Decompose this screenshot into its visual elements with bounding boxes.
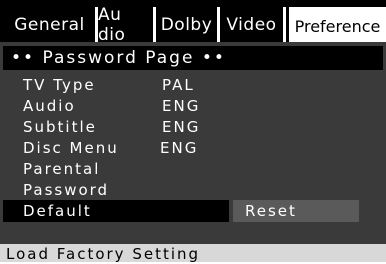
menu-item-label: Password <box>23 181 110 199</box>
tab-general[interactable]: General <box>4 7 98 42</box>
menu-item-label: Parental <box>23 160 101 178</box>
menu-item-audio[interactable]: Audio ENG <box>0 96 386 116</box>
menu-item-value: ENG <box>162 118 201 136</box>
menu-item-password[interactable]: Password <box>0 180 386 200</box>
tab-preference[interactable]: Preference <box>289 7 386 42</box>
tab-audio[interactable]: Au dio <box>98 5 156 45</box>
menu-item-value: ENG <box>162 97 201 115</box>
menu-item-subtitle[interactable]: Subtitle ENG <box>0 117 386 137</box>
tab-dolby[interactable]: Dolby <box>156 7 220 42</box>
menu-item-label: Audio <box>23 97 76 115</box>
dvd-setup-menu: General Au dio Dolby Video Preference ••… <box>0 0 386 244</box>
menu-item-label: TV Type <box>23 76 96 94</box>
menu-item-label: Default <box>23 202 92 220</box>
preference-panel: •• Password Page •• TV Type PAL Audio EN… <box>0 42 386 244</box>
tab-video[interactable]: Video <box>220 7 286 42</box>
menu-item-disc-menu[interactable]: Disc Menu ENG <box>0 138 386 158</box>
menu-item-label: Disc Menu <box>23 139 119 157</box>
menu-item-value: PAL <box>162 76 195 94</box>
menu-item-default[interactable]: Default Reset <box>0 200 386 222</box>
menu-item-parental[interactable]: Parental <box>0 159 386 179</box>
menu-item-tv-type[interactable]: TV Type PAL <box>0 75 386 95</box>
menu-item-value: ENG <box>160 139 199 157</box>
tab-bar: General Au dio Dolby Video Preference <box>0 0 386 45</box>
status-bar: Load Factory Setting <box>0 244 386 263</box>
page-title: •• Password Page •• <box>3 46 383 70</box>
reset-button[interactable]: Reset <box>233 200 359 222</box>
menu-item-label: Subtitle <box>23 118 97 136</box>
